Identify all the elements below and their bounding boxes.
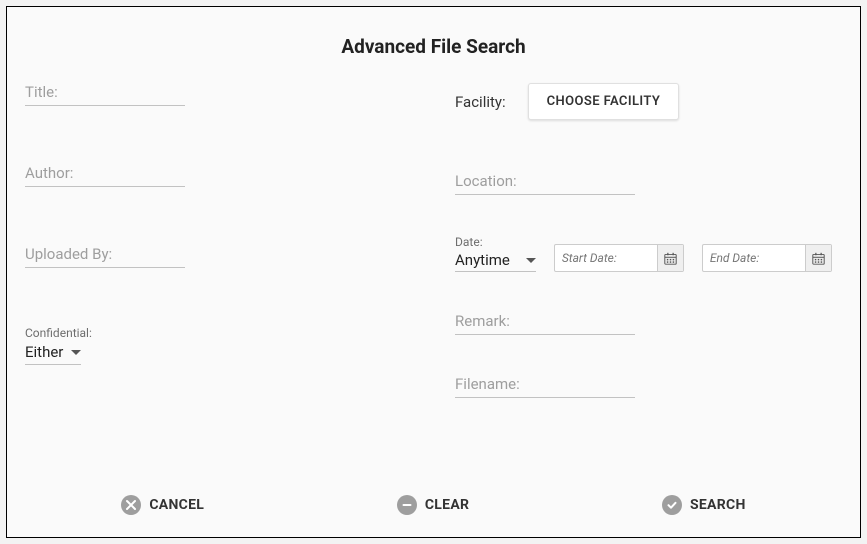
- date-select-block: Date: Anytime: [455, 235, 536, 272]
- check-icon: [662, 495, 682, 515]
- chevron-down-icon: [526, 258, 536, 263]
- right-column: Facility: CHOOSE FACILITY Location: Date…: [455, 83, 842, 477]
- close-icon: [121, 495, 141, 515]
- form-content: Title: Author: Uploaded By: Confidential…: [25, 83, 842, 477]
- facility-label: Facility:: [455, 93, 506, 111]
- location-label: Location:: [455, 172, 635, 194]
- title-label: Title:: [25, 83, 185, 105]
- left-column: Title: Author: Uploaded By: Confidential…: [25, 83, 205, 477]
- confidential-select[interactable]: Either: [25, 343, 81, 365]
- author-label: Author:: [25, 164, 185, 186]
- action-bar: CANCEL CLEAR SEARCH: [25, 477, 842, 537]
- date-range-value: Anytime: [455, 251, 510, 269]
- date-row: Date: Anytime: [455, 235, 842, 272]
- end-date-calendar-button[interactable]: [805, 245, 831, 271]
- uploaded-by-field[interactable]: Uploaded By:: [25, 245, 185, 268]
- search-button[interactable]: SEARCH: [662, 495, 746, 515]
- facility-row: Facility: CHOOSE FACILITY: [455, 83, 842, 120]
- uploaded-by-label: Uploaded By:: [25, 245, 185, 267]
- minus-icon: [397, 495, 417, 515]
- page-title: Advanced File Search: [25, 35, 842, 58]
- calendar-icon: [664, 252, 677, 265]
- date-range-select[interactable]: Anytime: [455, 251, 536, 272]
- filename-field[interactable]: Filename:: [455, 375, 635, 398]
- date-label: Date:: [455, 235, 536, 251]
- confidential-value: Either: [25, 343, 63, 361]
- remark-field[interactable]: Remark:: [455, 312, 635, 335]
- title-field[interactable]: Title:: [25, 83, 185, 106]
- search-label: SEARCH: [690, 497, 746, 513]
- cancel-button[interactable]: CANCEL: [121, 495, 204, 515]
- end-date-input[interactable]: [703, 245, 805, 271]
- author-field[interactable]: Author:: [25, 164, 185, 187]
- cancel-label: CANCEL: [149, 497, 204, 513]
- start-date-field: [554, 244, 684, 272]
- confidential-label: Confidential:: [25, 326, 205, 342]
- location-field[interactable]: Location:: [455, 172, 635, 195]
- confidential-field: Confidential: Either: [25, 326, 205, 365]
- chevron-down-icon: [71, 350, 81, 355]
- start-date-calendar-button[interactable]: [657, 245, 683, 271]
- calendar-icon: [812, 252, 825, 265]
- filename-label: Filename:: [455, 375, 635, 397]
- clear-button[interactable]: CLEAR: [397, 495, 469, 515]
- clear-label: CLEAR: [425, 497, 469, 513]
- advanced-file-search-dialog: Advanced File Search Title: Author: Uplo…: [6, 6, 861, 538]
- choose-facility-button[interactable]: CHOOSE FACILITY: [528, 83, 680, 120]
- remark-label: Remark:: [455, 312, 635, 334]
- end-date-field: [702, 244, 832, 272]
- start-date-input[interactable]: [555, 245, 657, 271]
